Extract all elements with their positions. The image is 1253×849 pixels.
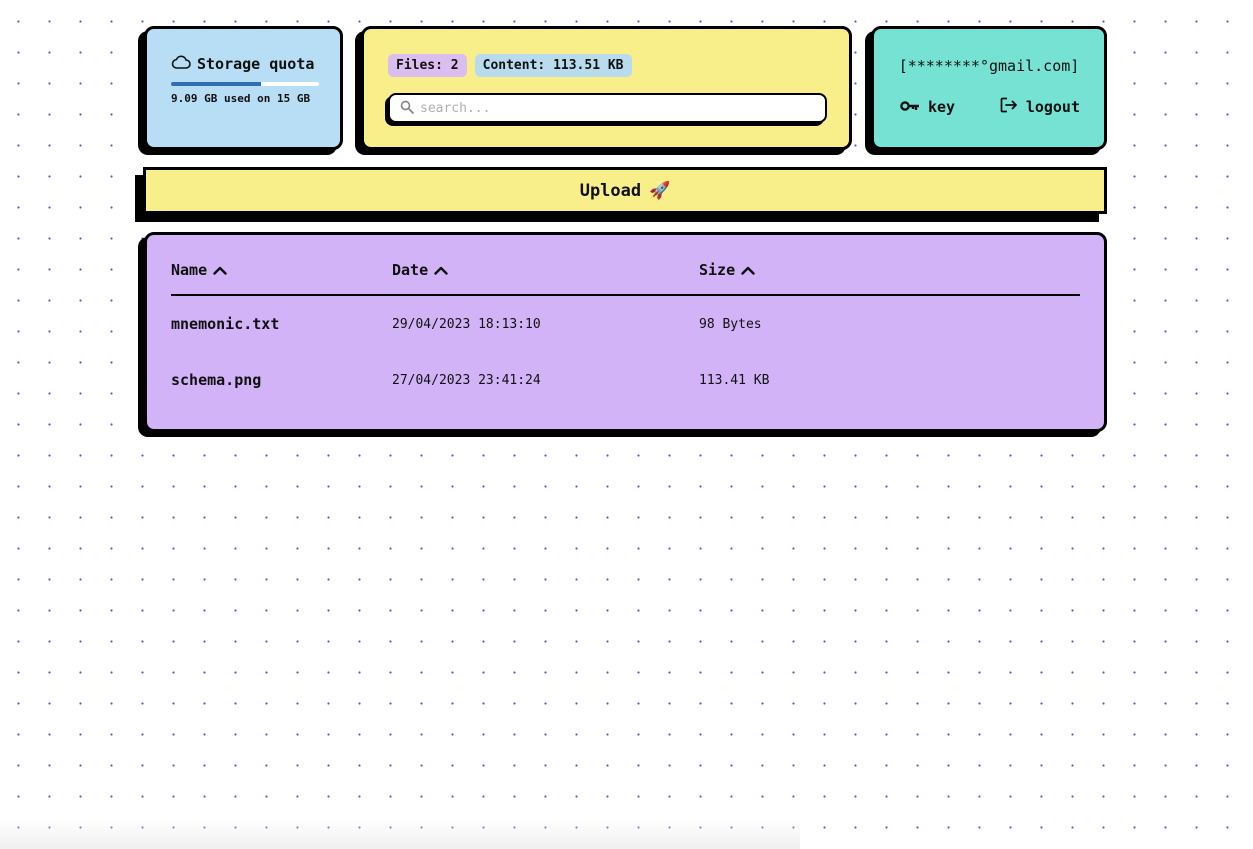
storage-quota-header: Storage quota [171, 55, 316, 73]
storage-quota-title: Storage quota [197, 55, 315, 73]
rocket-icon: 🚀 [649, 180, 671, 201]
upload-button[interactable]: Upload 🚀 [143, 167, 1107, 214]
chevron-up-icon [741, 261, 755, 279]
storage-quota-progress-fill [171, 82, 261, 86]
search-input[interactable] [420, 100, 800, 116]
storage-quota-progress [171, 82, 319, 86]
files-table: Name Date Size mnemonic.txt 29/04/2023 1… [144, 232, 1107, 432]
file-name-link[interactable]: mnemonic.txt [171, 315, 392, 333]
logout-icon [1000, 97, 1018, 117]
key-label: key [928, 98, 956, 116]
user-email: [********°gmail.com] [898, 57, 1080, 75]
user-card: [********°gmail.com] key logout [871, 26, 1107, 150]
file-size: 98 Bytes [699, 316, 762, 332]
file-name-link[interactable]: schema.png [171, 371, 392, 389]
user-actions: key logout [874, 97, 1104, 117]
chevron-up-icon [434, 261, 448, 279]
files-count-badge: Files: 2 [388, 54, 467, 77]
cloud-icon [171, 55, 191, 73]
storage-quota-card: Storage quota 9.09 GB used on 15 GB [144, 26, 343, 150]
size-header-label: Size [699, 261, 736, 279]
table-header: Name Date Size [171, 261, 1080, 296]
key-icon [900, 98, 920, 116]
search-card: Files: 2 Content: 113.51 KB [361, 26, 852, 150]
summary-badges: Files: 2 Content: 113.51 KB [388, 54, 825, 77]
sort-by-size-header[interactable]: Size [699, 261, 999, 279]
table-row[interactable]: schema.png 27/04/2023 23:41:24 113.41 KB [171, 352, 1080, 408]
file-date: 29/04/2023 18:13:10 [392, 316, 541, 332]
name-header-label: Name [171, 261, 208, 279]
table-row[interactable]: mnemonic.txt 29/04/2023 18:13:10 98 Byte… [171, 296, 1080, 352]
logout-label: logout [1025, 98, 1080, 116]
search-box[interactable] [388, 93, 827, 123]
search-icon [400, 99, 414, 118]
bottom-fade-overlay [0, 818, 800, 849]
sort-by-name-header[interactable]: Name [171, 261, 392, 279]
upload-label: Upload [579, 180, 642, 201]
file-date: 27/04/2023 23:41:24 [392, 372, 541, 388]
storage-quota-text: 9.09 GB used on 15 GB [171, 92, 311, 105]
content-size-badge: Content: 113.51 KB [474, 54, 632, 77]
file-size: 113.41 KB [699, 372, 770, 388]
logout-button[interactable]: logout [1000, 97, 1080, 117]
sort-by-date-header[interactable]: Date [392, 261, 699, 279]
chevron-up-icon [213, 261, 227, 279]
date-header-label: Date [392, 261, 429, 279]
key-button[interactable]: key [900, 97, 955, 117]
